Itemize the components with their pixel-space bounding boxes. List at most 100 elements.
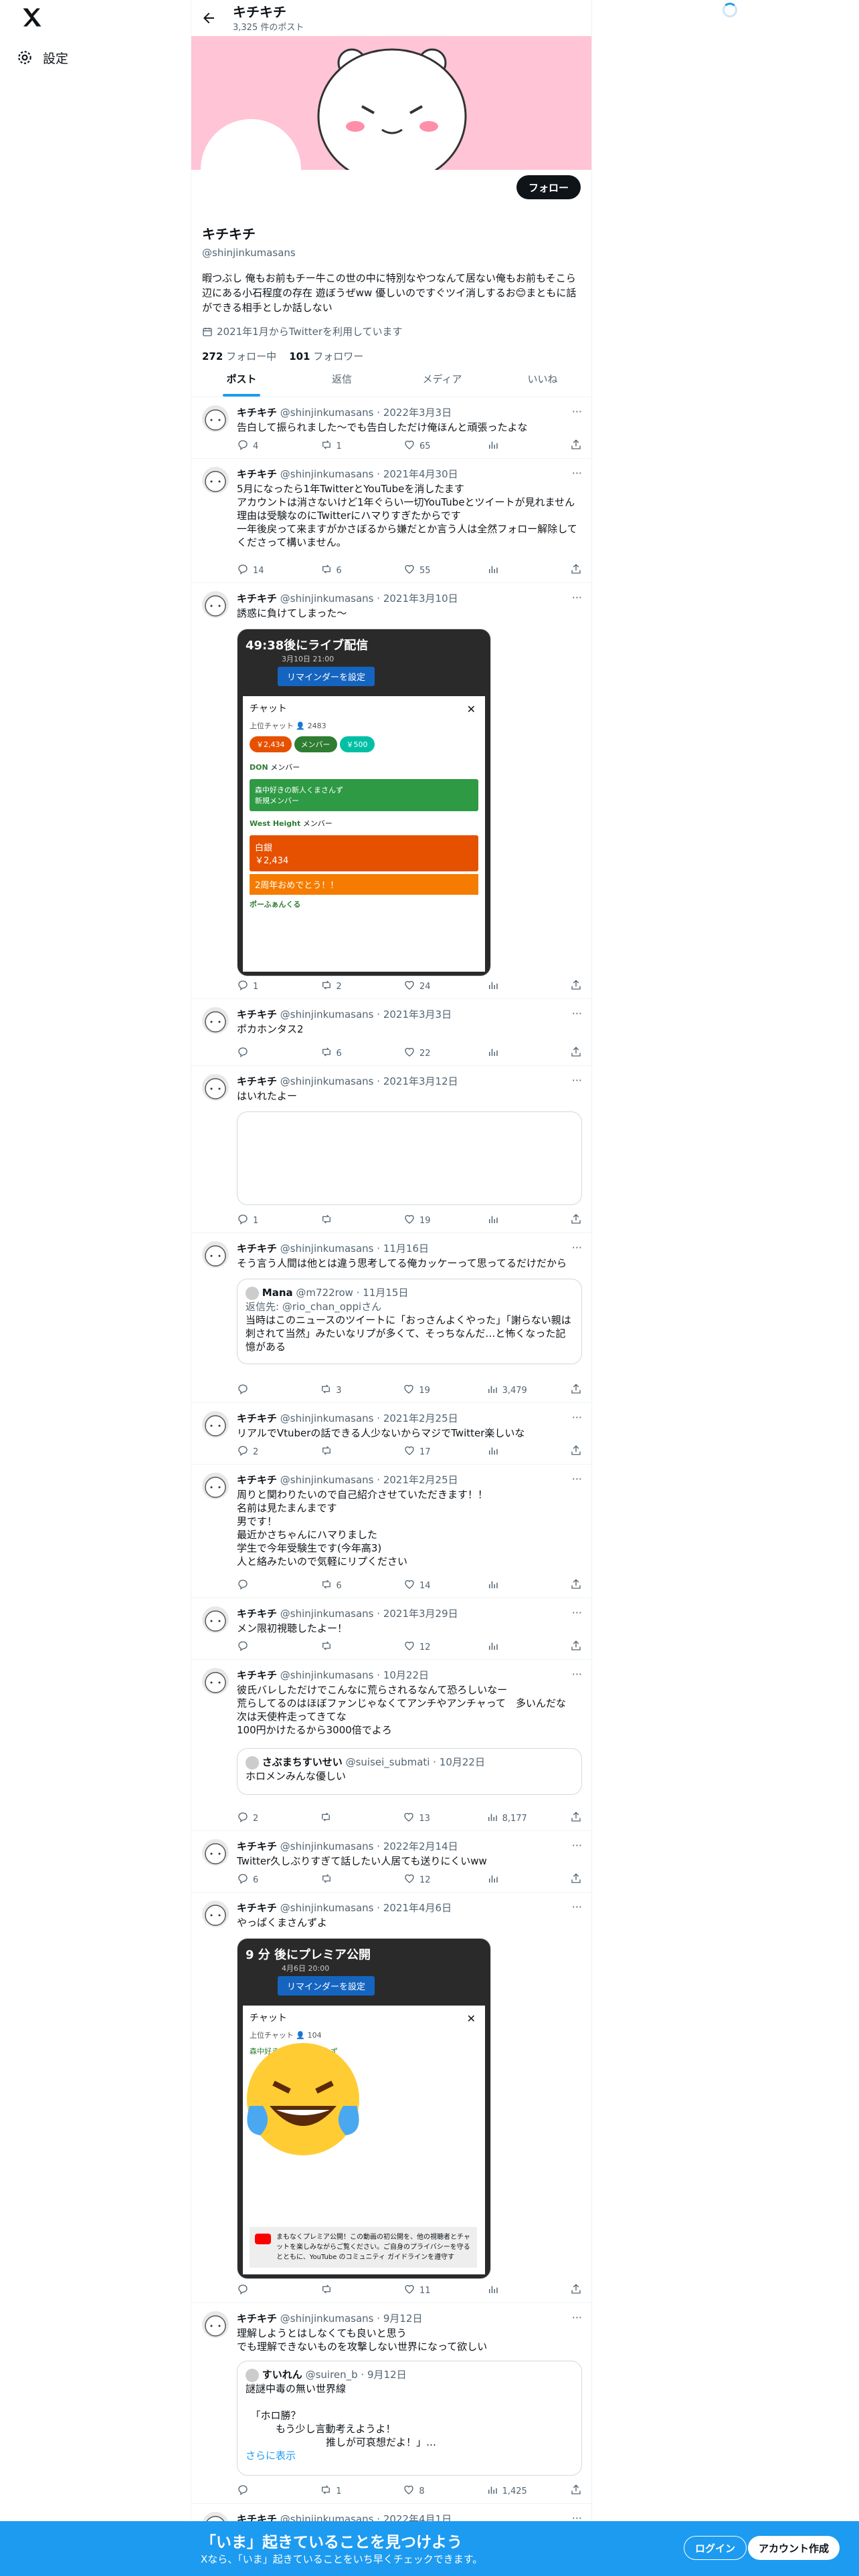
like-button[interactable]: 22: [403, 1046, 444, 1061]
more-options-icon[interactable]: ···: [572, 1411, 582, 1424]
share-button[interactable]: [570, 979, 582, 994]
reply-button[interactable]: 2: [237, 1444, 277, 1459]
views-button[interactable]: 1,425: [486, 2484, 527, 2498]
more-options-icon[interactable]: ···: [572, 1074, 582, 1087]
tweet-author-handle[interactable]: @shinjinkumasans: [280, 468, 374, 480]
share-button[interactable]: [570, 563, 582, 578]
tweet-avatar[interactable]: [202, 1668, 229, 1695]
tweet[interactable]: キチキチ @shinjinkumasans · 2021年2月25日 周りと関わり…: [191, 1465, 593, 1598]
tweet[interactable]: キチキチ @shinjinkumasans · 9月12日 理解しようとはしなくて…: [191, 2303, 593, 2504]
reply-button[interactable]: [237, 1640, 277, 1654]
tweet-author-handle[interactable]: @shinjinkumasans: [280, 1474, 374, 1486]
signup-button[interactable]: アカウント作成: [748, 2536, 840, 2560]
share-button[interactable]: [570, 1444, 582, 1459]
more-options-icon[interactable]: ···: [572, 467, 582, 479]
more-options-icon[interactable]: ···: [572, 591, 582, 604]
quoted-tweet[interactable]: Mana @m722row · 11月15日 返信先: @rio_chan_opp…: [237, 1279, 582, 1364]
share-button[interactable]: [570, 1811, 582, 1826]
tweet-author-handle[interactable]: @shinjinkumasans: [280, 1008, 374, 1021]
share-button[interactable]: [570, 439, 582, 453]
more-options-icon[interactable]: ···: [572, 405, 582, 418]
tweet[interactable]: キチキチ @shinjinkumasans · 2021年3月3日 ポカホンタス2…: [191, 999, 593, 1066]
show-more-link[interactable]: さらに表示: [246, 2449, 573, 2462]
retweet-button[interactable]: [320, 1213, 361, 1228]
nav-settings[interactable]: 設定: [16, 44, 68, 71]
profile-avatar[interactable]: [201, 119, 301, 219]
reply-button[interactable]: [237, 2484, 277, 2498]
tweet-avatar[interactable]: [202, 405, 229, 432]
retweet-button[interactable]: 6: [320, 1578, 361, 1593]
reply-button[interactable]: 1: [237, 979, 277, 994]
like-button[interactable]: 14: [403, 1578, 444, 1593]
reply-button[interactable]: [237, 1578, 277, 1593]
tweet-date[interactable]: 11月16日: [383, 1243, 429, 1255]
reply-button[interactable]: 1: [237, 1213, 277, 1228]
retweet-button[interactable]: 1: [320, 2484, 360, 2498]
more-options-icon[interactable]: ···: [572, 1668, 582, 1681]
tab-media[interactable]: メディア: [392, 361, 492, 397]
tweet-author-name[interactable]: キチキチ: [237, 1902, 277, 1914]
tweet-date[interactable]: 2021年2月25日: [383, 1412, 458, 1424]
tweet-avatar[interactable]: [202, 1411, 229, 1438]
more-options-icon[interactable]: ···: [572, 1606, 582, 1619]
views-button[interactable]: 3,479: [486, 1383, 527, 1398]
tweet-author-handle[interactable]: @shinjinkumasans: [280, 1608, 374, 1620]
views-button[interactable]: [487, 563, 527, 578]
tweet[interactable]: キチキチ @shinjinkumasans · 2021年4月6日 やっぱくまさん…: [191, 1893, 593, 2303]
reply-button[interactable]: 2: [237, 1811, 277, 1826]
tweet-author-name[interactable]: キチキチ: [237, 2313, 277, 2325]
tweet-date[interactable]: 2021年4月6日: [383, 1902, 452, 1914]
tweet-author-handle[interactable]: @shinjinkumasans: [280, 2313, 374, 2325]
views-button[interactable]: [487, 439, 527, 453]
tweet-author-name[interactable]: キチキチ: [237, 1669, 277, 1681]
tweet-author-handle[interactable]: @shinjinkumasans: [280, 1902, 374, 1914]
retweet-button[interactable]: [320, 1640, 361, 1654]
retweet-button[interactable]: [320, 1811, 360, 1826]
more-options-icon[interactable]: ···: [572, 1473, 582, 1485]
tweet-avatar[interactable]: [202, 1007, 229, 1034]
like-button[interactable]: 13: [403, 1811, 443, 1826]
tweet-avatar[interactable]: [202, 2311, 229, 2338]
like-button[interactable]: 17: [403, 1444, 444, 1459]
follow-button[interactable]: フォロー: [516, 175, 581, 199]
quoted-tweet[interactable]: さぶまちすいせい @suisei_submati · 10月22日 ホロメンみんな…: [237, 1748, 582, 1795]
tweet-author-handle[interactable]: @shinjinkumasans: [280, 1840, 374, 1852]
share-button[interactable]: [570, 2283, 582, 2298]
reply-button[interactable]: [237, 1383, 277, 1398]
views-button[interactable]: [487, 1640, 527, 1654]
tweet-date[interactable]: 2021年3月10日: [383, 593, 458, 605]
retweet-button[interactable]: [320, 1444, 361, 1459]
tweet-avatar[interactable]: [202, 1074, 229, 1101]
reply-button[interactable]: [237, 2283, 277, 2298]
tweet[interactable]: キチキチ @shinjinkumasans · 2021年3月12日 はいれたよー…: [191, 1066, 593, 1233]
retweet-button[interactable]: [320, 1872, 361, 1887]
views-button[interactable]: [487, 1046, 527, 1061]
retweet-button[interactable]: 6: [320, 563, 361, 578]
tweet-date[interactable]: 2022年3月3日: [383, 407, 452, 419]
like-button[interactable]: 12: [403, 1640, 444, 1654]
tweet-author-name[interactable]: キチキチ: [237, 1243, 277, 1255]
share-button[interactable]: [570, 1872, 582, 1887]
share-button[interactable]: [570, 1213, 582, 1228]
tweet-avatar[interactable]: [202, 591, 229, 618]
tweet-avatar[interactable]: [202, 1473, 229, 1499]
retweet-button[interactable]: 1: [320, 439, 361, 453]
more-options-icon[interactable]: ···: [572, 1839, 582, 1852]
share-button[interactable]: [570, 2484, 582, 2498]
tweet-author-name[interactable]: キチキチ: [237, 1474, 277, 1486]
tab-posts[interactable]: ポスト: [191, 361, 292, 397]
tweet-date[interactable]: 9月12日: [383, 2313, 423, 2325]
reply-button[interactable]: 14: [237, 563, 277, 578]
tweet-author-handle[interactable]: @shinjinkumasans: [280, 1669, 374, 1681]
tweet-avatar[interactable]: [202, 467, 229, 494]
retweet-button[interactable]: 3: [320, 1383, 360, 1398]
tab-replies[interactable]: 返信: [292, 361, 392, 397]
tweet-author-handle[interactable]: @shinjinkumasans: [280, 593, 374, 605]
like-button[interactable]: 55: [403, 563, 444, 578]
tweet-media-placeholder[interactable]: [237, 1111, 582, 1205]
tweet-avatar[interactable]: [202, 1606, 229, 1633]
tweet-author-name[interactable]: キチキチ: [237, 1412, 277, 1424]
tweet-author-name[interactable]: キチキチ: [237, 407, 277, 419]
like-button[interactable]: 11: [403, 2283, 444, 2298]
tweet-avatar[interactable]: [202, 1241, 229, 1268]
